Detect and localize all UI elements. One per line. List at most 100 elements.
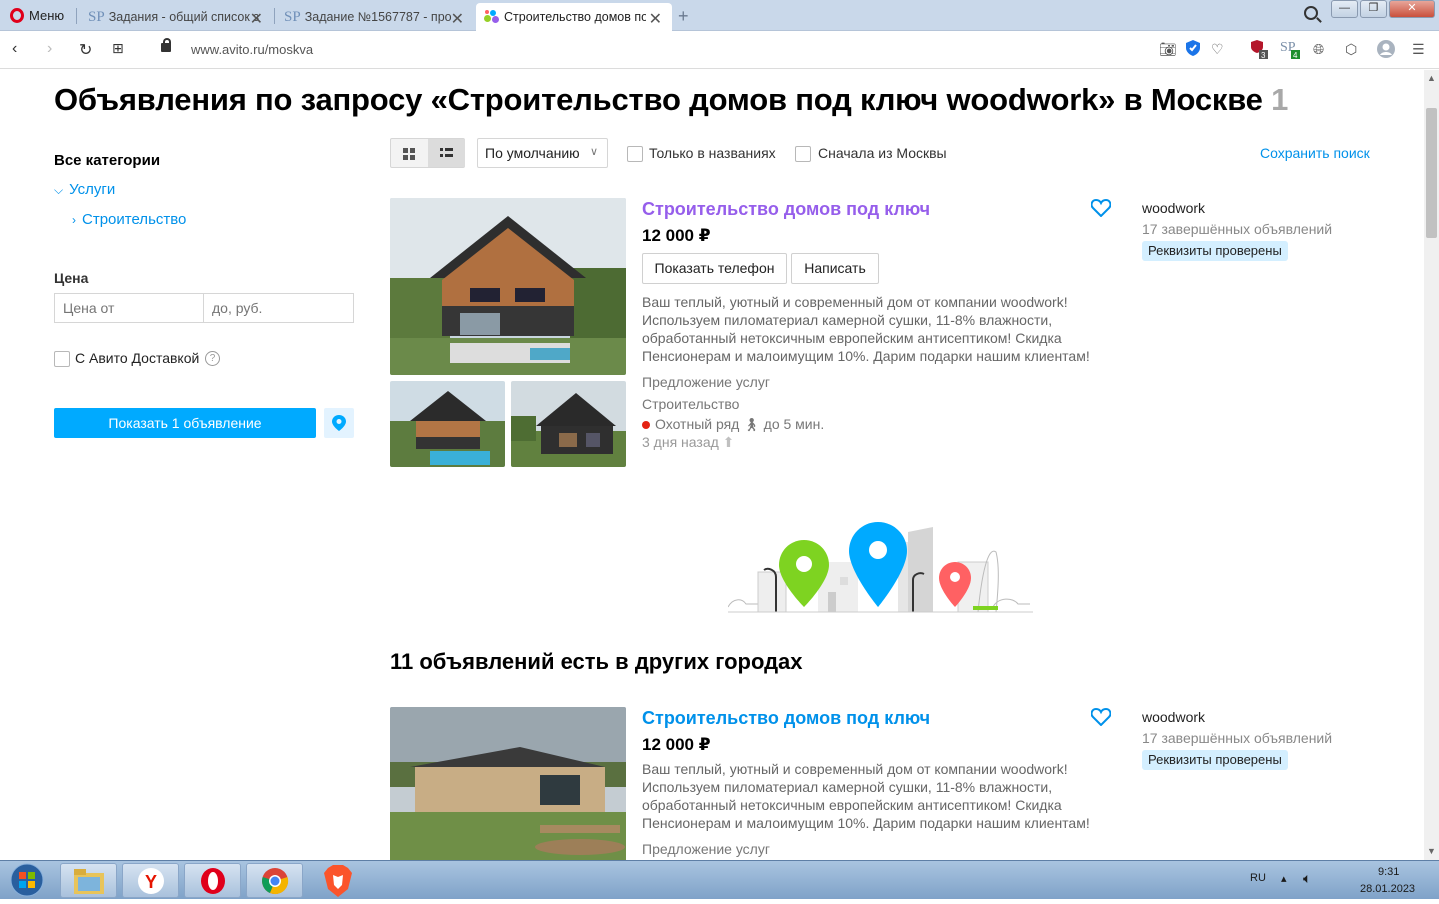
back-icon[interactable]: ‹ xyxy=(12,40,17,58)
language-indicator[interactable]: RU xyxy=(1250,872,1266,884)
clock-time[interactable]: 9:31 xyxy=(1378,866,1399,878)
listing-thumb-photo[interactable] xyxy=(390,381,505,467)
chevron-down-icon: ⌵ xyxy=(54,183,64,197)
price-to-input[interactable] xyxy=(203,293,354,323)
all-categories-heading[interactable]: Все категории xyxy=(54,152,160,169)
listing-title-link[interactable]: Строительство домов под ключ xyxy=(642,199,930,220)
close-tab-icon[interactable]: ✕ xyxy=(250,9,263,29)
easy-setup-icon[interactable]: ☰ xyxy=(1412,41,1425,58)
sort-select[interactable]: По умолчанию ∨ xyxy=(477,138,608,168)
show-results-button[interactable]: Показать 1 объявление xyxy=(54,408,316,438)
opera-menu-label: Меню xyxy=(29,8,65,23)
tab-title: Строительство домов под xyxy=(504,10,646,24)
listing-type: Предложение услуг xyxy=(642,841,770,857)
listing-main-photo[interactable] xyxy=(390,707,626,860)
snapshot-camera-icon[interactable]: 📷︎ xyxy=(1159,41,1177,58)
opera-menu-button[interactable]: Меню xyxy=(4,3,74,28)
grid-view-icon[interactable] xyxy=(403,147,415,165)
seller-name-link[interactable]: woodwork xyxy=(1142,200,1205,216)
reload-icon[interactable]: ↻ xyxy=(79,40,92,60)
write-message-button[interactable]: Написать xyxy=(791,253,879,284)
listing-title: Строительство домов под ключ xyxy=(642,199,931,219)
save-search-link[interactable]: Сохранить поиск xyxy=(1260,145,1370,161)
price-label: Цена xyxy=(54,270,89,286)
sp-extension-icon[interactable]: SP 4 xyxy=(1280,39,1300,62)
taskbar-explorer[interactable] xyxy=(60,863,117,898)
heart-bookmark-icon[interactable]: ♡ xyxy=(1211,41,1224,58)
listing-type: Предложение услуг xyxy=(642,374,770,390)
browser-tab-3-active[interactable]: Строительство домов под ✕ xyxy=(476,3,672,31)
opera-logo-icon xyxy=(10,8,24,23)
new-tab-plus-icon[interactable]: + xyxy=(678,6,689,27)
close-window-button[interactable]: ✕ xyxy=(1389,0,1435,18)
cube-extension-icon[interactable]: ⬡ xyxy=(1345,41,1357,58)
listing-main-photo[interactable] xyxy=(390,198,626,375)
show-phone-button[interactable]: Показать телефон xyxy=(642,253,787,284)
map-pin-icon xyxy=(332,415,346,431)
svg-text:Y: Y xyxy=(145,872,157,892)
listing-age: 3 дня назад ⬆︎ xyxy=(642,434,734,451)
close-tab-icon[interactable]: ✕ xyxy=(451,9,464,29)
brave-lion-icon xyxy=(324,865,352,897)
listing-metro: Охотный ряд 🚶︎ до 5 мин. xyxy=(642,416,824,433)
scroll-down-arrow-icon[interactable]: ▼ xyxy=(1427,846,1436,856)
profile-avatar-icon[interactable] xyxy=(1377,40,1395,61)
only-titles-checkbox[interactable] xyxy=(627,146,643,162)
favorite-heart-icon[interactable] xyxy=(1090,707,1112,731)
search-tabs-icon[interactable] xyxy=(1304,6,1318,20)
clock-date[interactable]: 28.01.2023 xyxy=(1360,883,1415,895)
moscow-first-checkbox[interactable] xyxy=(795,146,811,162)
tab-separator xyxy=(76,8,77,24)
browser-tab-1[interactable]: SP Задания - общий список з ✕ xyxy=(80,3,273,31)
sp-logo-icon: SP xyxy=(284,8,301,25)
listing-thumb-photo[interactable] xyxy=(511,381,626,467)
price-from-input[interactable] xyxy=(54,293,204,323)
browser-tab-strip: Меню SP Задания - общий список з ✕ SP За… xyxy=(0,0,1439,31)
minimize-button[interactable]: — xyxy=(1331,0,1358,18)
speed-dial-icon[interactable]: ⊞ xyxy=(112,40,124,57)
start-button[interactable] xyxy=(2,862,52,899)
listing-description: Ваш теплый, уютный и современный дом от … xyxy=(642,294,1090,364)
restore-button[interactable]: ❐ xyxy=(1360,0,1387,18)
walk-time: до 5 мин. xyxy=(763,416,825,432)
volume-speaker-icon[interactable]: 🔈︎ xyxy=(1303,870,1311,887)
favorite-heart-icon[interactable] xyxy=(1090,198,1112,222)
taskbar-opera[interactable] xyxy=(184,863,241,898)
tab-title: Задание №1567787 - про xyxy=(304,10,452,24)
tab-separator xyxy=(274,8,275,24)
taskbar-brave[interactable] xyxy=(318,865,358,897)
tab-title: Задания - общий список з xyxy=(108,10,259,24)
scroll-up-arrow-icon[interactable]: ▲ xyxy=(1427,73,1436,83)
avito-delivery-checkbox[interactable] xyxy=(54,351,70,367)
scrollbar-thumb[interactable] xyxy=(1426,108,1437,238)
url-field[interactable]: www.avito.ru/moskva xyxy=(191,42,313,57)
list-view-button[interactable] xyxy=(428,139,465,167)
browser-tab-2[interactable]: SP Задание №1567787 - про ✕ xyxy=(276,3,474,31)
windows-taskbar: Y RU ▴ 🔈︎ 9:31 28.01.2023 xyxy=(0,860,1439,899)
chevron-down-icon: ∨ xyxy=(589,146,598,158)
help-icon[interactable]: ? xyxy=(205,351,220,366)
close-tab-icon[interactable]: ✕ xyxy=(649,9,662,29)
map-pin-button[interactable] xyxy=(324,408,354,438)
list-view-icon xyxy=(440,148,453,157)
vpn-shield-icon[interactable] xyxy=(1186,40,1200,59)
chrome-icon xyxy=(262,868,289,895)
category-label: Строительство xyxy=(82,211,187,228)
lock-icon xyxy=(161,38,171,52)
address-bar: ‹ › ↻ ⊞ www.avito.ru/moskva 📷︎ ♡ 3 SP 4 🌐… xyxy=(0,31,1439,69)
category-services[interactable]: ⌵ Услуги xyxy=(54,181,115,198)
tray-expand-icon[interactable]: ▴ xyxy=(1281,872,1287,885)
listing-title-link[interactable]: Строительство домов под ключ xyxy=(642,708,930,729)
forward-icon[interactable]: › xyxy=(47,40,52,58)
seller-name-link[interactable]: woodwork xyxy=(1142,709,1205,725)
listing-price: 12 000 ₽ xyxy=(642,226,711,245)
globe-icon[interactable]: 🌐︎ xyxy=(1313,41,1324,58)
window-controls: — ❐ ✕ xyxy=(1331,0,1435,18)
category-construction[interactable]: › Строительство xyxy=(72,211,186,228)
shield-extension-icon[interactable]: 3 xyxy=(1250,39,1268,62)
taskbar-yandex-browser[interactable]: Y xyxy=(122,863,179,898)
listing-price: 12 000 ₽ xyxy=(642,735,711,754)
page-scrollbar[interactable]: ▲ ▼ xyxy=(1424,70,1439,860)
sp-logo-icon: SP xyxy=(88,8,105,25)
taskbar-chrome[interactable] xyxy=(246,863,303,898)
